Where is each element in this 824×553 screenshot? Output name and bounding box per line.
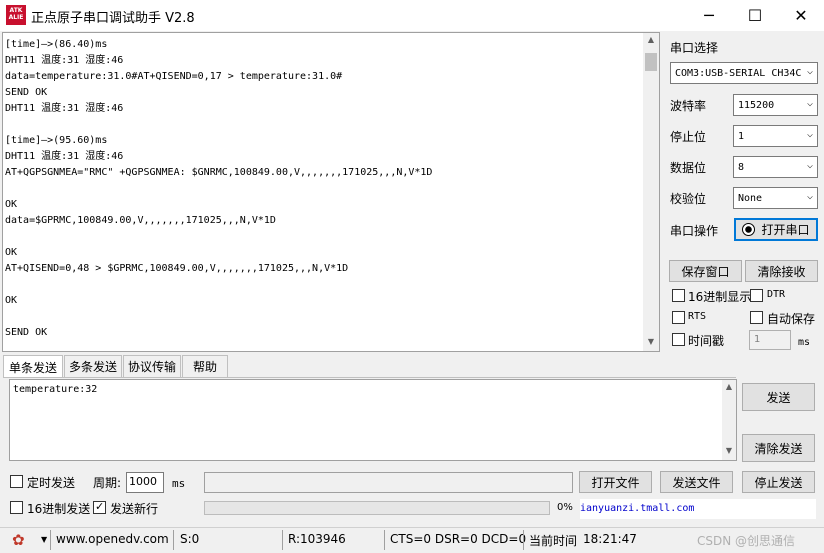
hex-display-label: 16进制显示: [688, 290, 752, 304]
open-file-button[interactable]: 打开文件: [579, 471, 652, 493]
parity-value: None: [738, 192, 763, 204]
time-label: 当前时间: [529, 534, 578, 548]
send-area[interactable]: temperature:32 ▲ ▼: [9, 379, 737, 461]
record-icon: [742, 223, 756, 236]
timed-send-checkbox[interactable]: [10, 475, 23, 488]
send-file-button[interactable]: 发送文件: [660, 471, 733, 493]
send-scrollbar[interactable]: ▲ ▼: [722, 380, 736, 460]
timestamp-unit: ms: [798, 337, 811, 348]
data-bits-select[interactable]: 8 ⌵: [733, 156, 818, 178]
port-select-label: 串口选择: [670, 41, 719, 55]
data-bits-value: 8: [738, 161, 745, 173]
timestamp-input[interactable]: 1: [749, 330, 791, 350]
period-input[interactable]: 1000: [126, 472, 164, 493]
app-logo-icon: ATK ALIE: [6, 5, 26, 25]
baud-value: 115200: [738, 99, 775, 111]
chevron-down-icon: ⌵: [806, 66, 813, 77]
rts-checkbox[interactable]: [672, 311, 685, 324]
chevron-down-icon: ⌵: [806, 160, 813, 171]
scroll-up-icon[interactable]: ▲: [722, 382, 736, 391]
shop-link[interactable]: ianyuanzi.tmall.com: [580, 499, 816, 519]
baud-label: 波特率: [670, 99, 707, 113]
receive-text: [time]—>(86.40)ms DHT11 温度:31 湿度:46 data…: [5, 39, 433, 338]
status-separator: [384, 530, 385, 550]
open-port-button[interactable]: 打开串口: [734, 218, 818, 241]
send-progress-bar: [204, 501, 550, 515]
time-value: 18:21:47: [583, 532, 637, 546]
title-bar: ATK ALIE 正点原子串口调试助手 V2.8 ─ ☐ ✕: [0, 0, 824, 31]
timestamp-checkbox[interactable]: [672, 333, 685, 346]
maximize-button[interactable]: ☐: [732, 0, 778, 31]
sent-count: S:0: [180, 532, 200, 546]
tab-multi-send[interactable]: 多条发送: [64, 355, 122, 377]
parity-select[interactable]: None ⌵: [733, 187, 818, 209]
data-bits-label: 数据位: [670, 161, 707, 175]
tab-help[interactable]: 帮助: [182, 355, 228, 377]
hex-send-checkbox[interactable]: [10, 501, 23, 514]
clear-send-button[interactable]: 清除发送: [742, 434, 815, 462]
status-separator: [173, 530, 174, 550]
period-label: 周期:: [93, 476, 122, 490]
received-count: R:103946: [288, 532, 346, 546]
close-button[interactable]: ✕: [778, 0, 824, 31]
send-text: temperature:32: [13, 384, 98, 395]
website-link[interactable]: www.openedv.com: [56, 532, 169, 548]
timestamp-label: 时间戳: [688, 334, 725, 348]
window-title: 正点原子串口调试助手 V2.8: [31, 11, 195, 26]
stop-bits-value: 1: [738, 130, 745, 142]
timed-send-label: 定时发送: [27, 476, 76, 490]
baud-select[interactable]: 115200 ⌵: [733, 94, 818, 116]
tab-divider: [3, 377, 736, 378]
hex-send-label: 16进制发送: [27, 502, 91, 516]
open-port-label: 打开串口: [761, 223, 810, 237]
clear-receive-button[interactable]: 清除接收: [745, 260, 818, 282]
chevron-down-icon: ⌵: [806, 129, 813, 140]
gear-icon[interactable]: ✿: [12, 531, 25, 549]
port-select[interactable]: COM3:USB-SERIAL CH34C ⌵: [670, 62, 818, 84]
scroll-down-icon[interactable]: ▼: [722, 446, 736, 455]
serial-op-label: 串口操作: [670, 224, 719, 238]
dtr-checkbox[interactable]: [750, 289, 763, 302]
chevron-down-icon: ⌵: [806, 98, 813, 109]
dtr-label: DTR: [767, 289, 786, 300]
scroll-down-icon[interactable]: ▼: [643, 337, 659, 346]
tab-single-send[interactable]: 单条发送: [3, 355, 63, 378]
receive-scrollbar[interactable]: ▲ ▼: [643, 33, 659, 351]
save-window-button[interactable]: 保存窗口: [669, 260, 742, 282]
stop-bits-label: 停止位: [670, 130, 707, 144]
newline-checkbox[interactable]: [93, 500, 106, 514]
progress-text: 0%: [557, 502, 573, 513]
rts-label: RTS: [688, 311, 707, 322]
stop-bits-select[interactable]: 1 ⌵: [733, 125, 818, 147]
newline-label: 发送新行: [110, 502, 159, 516]
dropdown-arrow-icon[interactable]: ▼: [41, 535, 47, 544]
status-separator: [282, 530, 283, 550]
stop-send-button[interactable]: 停止发送: [742, 471, 815, 493]
scroll-thumb[interactable]: [645, 53, 657, 71]
receive-area[interactable]: [time]—>(86.40)ms DHT11 温度:31 湿度:46 data…: [2, 32, 660, 352]
tab-protocol[interactable]: 协议传输: [123, 355, 181, 377]
status-separator: [50, 530, 51, 550]
period-unit: ms: [172, 477, 186, 490]
watermark: CSDN @创思通信: [697, 534, 796, 548]
chevron-down-icon: ⌵: [806, 191, 813, 202]
line-status: CTS=0 DSR=0 DCD=0: [390, 532, 527, 546]
scroll-up-icon[interactable]: ▲: [643, 35, 659, 44]
port-value: COM3:USB-SERIAL CH34C: [675, 67, 802, 79]
auto-save-label: 自动保存: [767, 312, 816, 326]
hex-display-checkbox[interactable]: [672, 289, 685, 302]
auto-save-checkbox[interactable]: [750, 311, 763, 324]
status-separator: [523, 530, 524, 550]
file-path-input[interactable]: [204, 472, 573, 493]
parity-label: 校验位: [670, 192, 707, 206]
send-button[interactable]: 发送: [742, 383, 815, 411]
minimize-button[interactable]: ─: [686, 0, 732, 31]
